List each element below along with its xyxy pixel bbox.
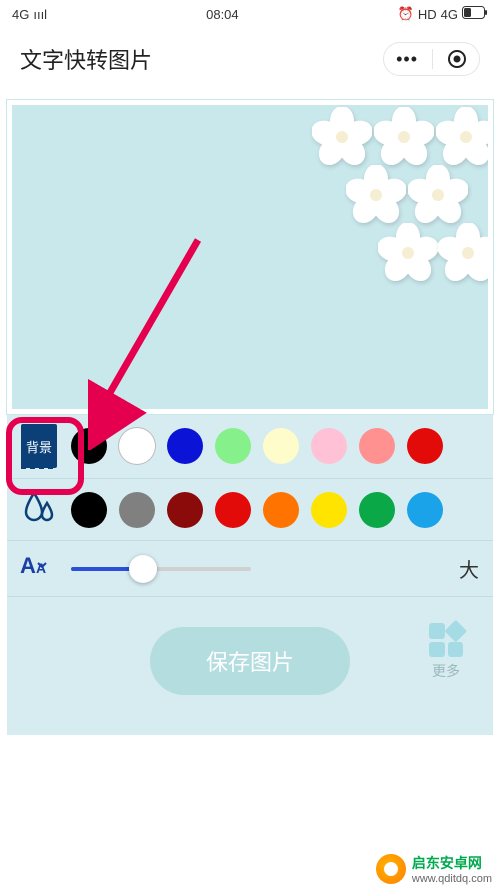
fill-color-swatches — [71, 492, 479, 528]
more-button[interactable]: 更多 — [429, 623, 463, 681]
fill-swatch-2[interactable] — [167, 492, 203, 528]
nav-bar: 文字快转图片 ••• — [0, 28, 500, 90]
watermark-url: www.qditdq.com — [412, 873, 492, 885]
font-size-row: AA 大 — [7, 541, 493, 597]
bg-swatch-6[interactable] — [359, 428, 395, 464]
signal-icon: ıııl — [33, 7, 47, 22]
more-grid-icon — [429, 623, 463, 657]
bottom-actions: 保存图片 更多 — [7, 597, 493, 735]
bg-swatch-4[interactable] — [263, 428, 299, 464]
background-button[interactable]: 背景 — [21, 424, 57, 468]
page-title: 文字快转图片 — [20, 43, 152, 75]
fill-row — [7, 479, 493, 541]
bg-swatch-0[interactable] — [71, 428, 107, 464]
svg-text:A: A — [20, 553, 36, 578]
more-label: 更多 — [432, 661, 460, 681]
fill-swatch-3[interactable] — [215, 492, 251, 528]
fill-swatch-5[interactable] — [311, 492, 347, 528]
alarm-icon: ⏰ — [398, 6, 414, 22]
bg-swatch-3[interactable] — [215, 428, 251, 464]
slider-thumb[interactable] — [129, 555, 157, 583]
canvas-preview[interactable] — [7, 100, 493, 414]
font-size-slider[interactable] — [71, 567, 445, 571]
font-size-icon: AA — [20, 551, 58, 586]
fill-drop-icon — [23, 489, 55, 530]
fill-swatch-7[interactable] — [407, 492, 443, 528]
battery-icon — [462, 6, 488, 22]
save-image-button[interactable]: 保存图片 — [150, 627, 350, 695]
capsule-button: ••• — [383, 42, 480, 76]
bg-swatch-2[interactable] — [167, 428, 203, 464]
fill-swatch-1[interactable] — [119, 492, 155, 528]
fill-swatch-4[interactable] — [263, 492, 299, 528]
watermark-logo-icon — [376, 854, 406, 884]
hd-label: HD — [418, 7, 437, 22]
menu-dots-icon[interactable]: ••• — [396, 50, 418, 68]
tools-panel: 背景 AA 大 保存图片 更多 — [7, 414, 493, 735]
svg-text:A: A — [36, 560, 46, 576]
bg-swatch-7[interactable] — [407, 428, 443, 464]
bg-color-swatches — [71, 428, 479, 464]
fill-swatch-6[interactable] — [359, 492, 395, 528]
divider — [432, 49, 433, 69]
status-bar: 4G ıııl 08:04 ⏰ HD 4G — [0, 0, 500, 28]
background-row: 背景 — [7, 414, 493, 479]
close-target-icon[interactable] — [447, 49, 467, 69]
fill-swatch-0[interactable] — [71, 492, 107, 528]
clock: 08:04 — [206, 7, 239, 22]
network-label: 4G — [12, 7, 29, 22]
watermark-title: 启东安卓网 — [412, 853, 492, 873]
size-label: 大 — [459, 554, 479, 583]
net2-label: 4G — [441, 7, 458, 22]
bg-swatch-1[interactable] — [119, 428, 155, 464]
bg-swatch-5[interactable] — [311, 428, 347, 464]
watermark: 启东安卓网 www.qditdq.com — [368, 849, 500, 889]
background-button-label: 背景 — [26, 437, 52, 456]
